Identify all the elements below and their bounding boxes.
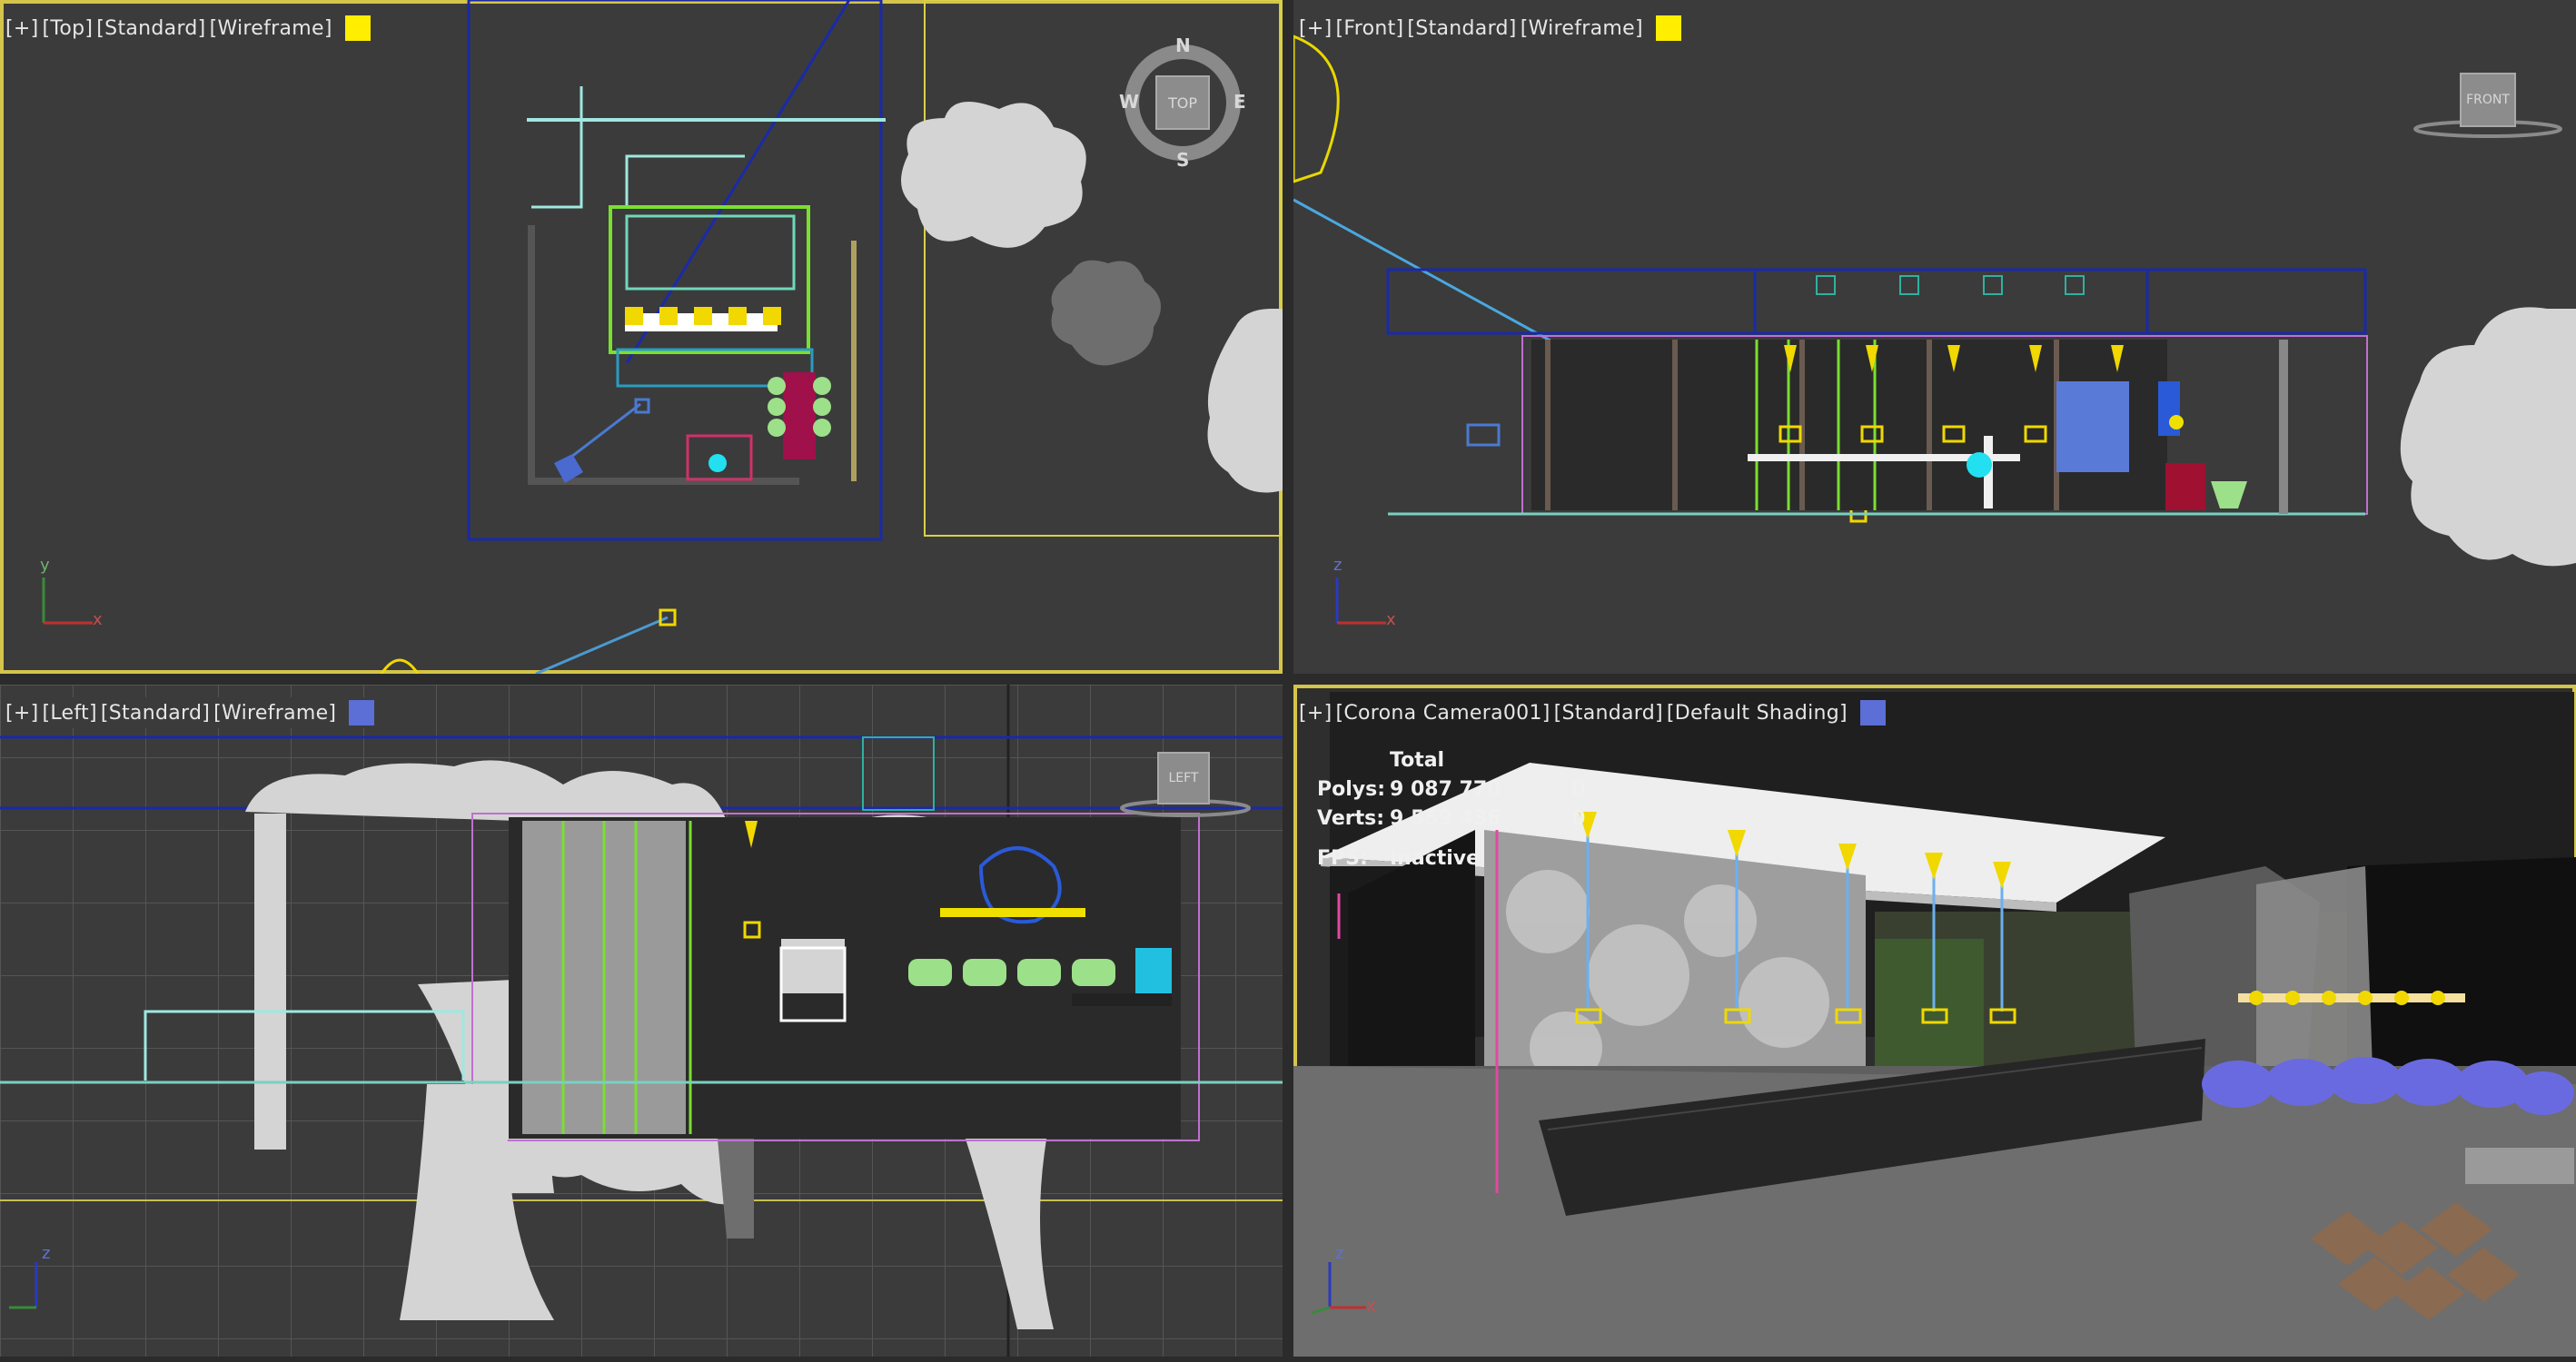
axis-x-label: x bbox=[1386, 610, 1396, 629]
front-view-wireframe bbox=[1293, 35, 2576, 567]
viewcube-top[interactable]: N S W E TOP bbox=[1119, 35, 1246, 171]
viewport-color-swatch[interactable] bbox=[1655, 15, 1681, 41]
verts-total: 9 559 436 bbox=[1390, 807, 1501, 830]
viewport-color-swatch[interactable] bbox=[344, 15, 371, 41]
fps-label: FPS: bbox=[1317, 847, 1368, 870]
axis-tripod-top: y x bbox=[33, 556, 105, 639]
axis-tripod-left: z bbox=[9, 1244, 82, 1324]
axis-y-label: y bbox=[40, 556, 50, 575]
viewport-shading-menu[interactable]: [Wireframe] bbox=[210, 17, 332, 40]
viewport-plus-menu[interactable]: [+] bbox=[5, 702, 39, 725]
viewport-view-menu[interactable]: [Top] bbox=[43, 17, 94, 40]
verts-label: Verts: bbox=[1317, 807, 1385, 830]
viewport-mode-menu[interactable]: [Standard] bbox=[1407, 17, 1516, 40]
viewport-front[interactable]: [+] [Front] [Standard] [Wireframe] FRONT… bbox=[1293, 0, 2576, 674]
viewcube-face-left[interactable]: LEFT bbox=[1157, 752, 1210, 804]
viewport-plus-menu[interactable]: [+] bbox=[1299, 702, 1333, 725]
viewport-view-menu[interactable]: [Corona Camera001] bbox=[1336, 702, 1551, 725]
axis-z-label: z bbox=[1333, 556, 1342, 575]
polys-label: Polys: bbox=[1317, 778, 1386, 801]
axis-z-label: z bbox=[42, 1244, 51, 1263]
viewport-shading-menu[interactable]: [Wireframe] bbox=[213, 702, 336, 725]
viewport-mode-menu[interactable]: [Standard] bbox=[96, 17, 205, 40]
fps-value: Inactive bbox=[1390, 847, 1481, 870]
axis-x-label: x bbox=[93, 610, 103, 629]
left-view-wireframe bbox=[0, 685, 1283, 1357]
viewport-shading-menu[interactable]: [Wireframe] bbox=[1521, 17, 1643, 40]
viewport-color-swatch[interactable] bbox=[349, 700, 375, 725]
viewport-shading-menu[interactable]: [Default Shading] bbox=[1667, 702, 1848, 725]
viewport-view-menu[interactable]: [Front] bbox=[1336, 17, 1404, 40]
compass-e: E bbox=[1234, 91, 1246, 113]
viewport-left[interactable]: [+] [Left] [Standard] [Wireframe] LEFT z bbox=[0, 685, 1283, 1357]
viewport-mode-menu[interactable]: [Standard] bbox=[101, 702, 210, 725]
viewport-left-label[interactable]: [+] [Left] [Standard] [Wireframe] bbox=[5, 697, 375, 728]
viewcube-face-top[interactable]: TOP bbox=[1155, 75, 1210, 130]
axis-tripod-camera: z x bbox=[1303, 1244, 1376, 1324]
compass-n: N bbox=[1175, 35, 1191, 56]
stats-header: Total bbox=[1390, 749, 1445, 772]
axis-x-label: x bbox=[1366, 1297, 1376, 1316]
verts-selected: 0 bbox=[1571, 807, 1586, 830]
polys-total: 9 087 770 bbox=[1390, 778, 1501, 801]
compass-s: S bbox=[1176, 149, 1190, 171]
viewport-color-swatch[interactable] bbox=[1859, 700, 1886, 725]
viewcube-left[interactable]: LEFT bbox=[1117, 748, 1253, 821]
axis-z-label: z bbox=[1335, 1244, 1344, 1263]
axis-tripod-front: z x bbox=[1326, 556, 1399, 639]
viewport-front-label[interactable]: [+] [Front] [Standard] [Wireframe] bbox=[1299, 13, 1681, 44]
polys-selected: 0 bbox=[1571, 778, 1586, 801]
viewport-top-label[interactable]: [+] [Top] [Standard] [Wireframe] bbox=[5, 13, 371, 44]
viewcube-front[interactable]: FRONT bbox=[2411, 69, 2565, 142]
viewcube-face-front[interactable]: FRONT bbox=[2460, 73, 2516, 127]
viewport-mode-menu[interactable]: [Standard] bbox=[1554, 702, 1663, 725]
viewport-camera-label[interactable]: [+] [Corona Camera001] [Standard] [Defau… bbox=[1299, 697, 1886, 728]
viewport-view-menu[interactable]: [Left] bbox=[43, 702, 97, 725]
viewport-top[interactable]: [+] [Top] [Standard] [Wireframe] N S W E… bbox=[0, 0, 1283, 674]
viewport-plus-menu[interactable]: [+] bbox=[1299, 17, 1333, 40]
viewport-plus-menu[interactable]: [+] bbox=[5, 17, 39, 40]
compass-w: W bbox=[1119, 91, 1140, 113]
scene-statistics: Total Polys: 9 087 770 0 Verts: 9 559 43… bbox=[1317, 746, 1626, 873]
top-view-wireframe bbox=[380, 0, 1283, 674]
